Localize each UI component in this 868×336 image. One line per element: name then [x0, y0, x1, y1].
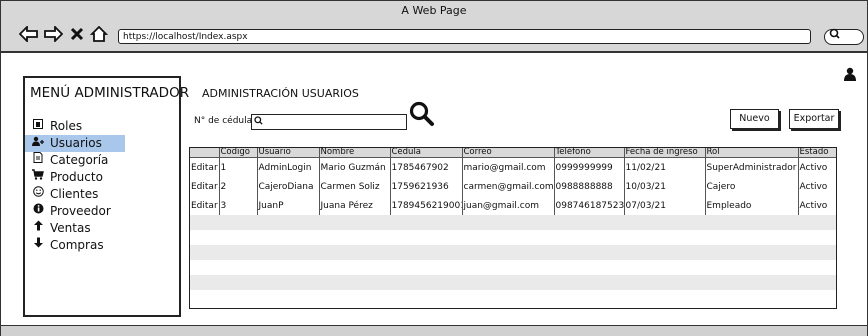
table-cell: 2 [218, 177, 257, 196]
window-title: A Web Page [401, 4, 467, 17]
table-cell: Mario Guzmán [318, 157, 390, 177]
arrow-up-icon [30, 220, 46, 237]
table-cell: carmen@gmail.com [461, 177, 554, 196]
table-cell: 0988888888 [553, 177, 624, 196]
sidebar-item-roles[interactable]: Roles [25, 118, 179, 135]
info-icon [30, 203, 46, 220]
id-card-icon [30, 118, 46, 135]
sidebar-item-producto[interactable]: Producto [25, 169, 179, 186]
table-cell: mario@gmail.com [461, 157, 554, 177]
table-cell: 098746187523 [553, 196, 624, 215]
sidebar-item-label: Producto [50, 170, 103, 184]
table-cell: Carmen Soliz [318, 177, 390, 196]
smiley-icon [30, 186, 46, 203]
users-table: Código Usuario Nombre Cédula Correo Telé… [189, 147, 837, 309]
sidebar-item-label: Usuarios [50, 136, 102, 150]
column-header[interactable]: Teléfono [553, 148, 624, 158]
nuevo-button[interactable]: Nuevo [730, 109, 779, 129]
sidebar-item-label: Ventas [50, 221, 91, 235]
sidebar-item-clientes[interactable]: Clientes [25, 186, 179, 203]
table-cell: Empleado [704, 196, 798, 215]
column-header[interactable]: Nombre [318, 148, 390, 158]
cedula-input[interactable] [251, 114, 407, 130]
column-header[interactable]: Código [218, 148, 257, 158]
cart-icon [30, 169, 46, 186]
column-header[interactable]: Fecha de ingreso [623, 148, 705, 158]
table-cell: 0999999999 [553, 157, 624, 177]
column-header[interactable]: Cédula [389, 148, 462, 158]
table-cell: 1759621936 [389, 177, 462, 196]
page-title: ADMINISTRACIÓN USUARIOS [202, 87, 359, 100]
table-cell: 07/03/21 [623, 196, 705, 215]
sidebar-heading: MENÚ ADMINISTRADOR [30, 85, 190, 101]
home-icon[interactable] [89, 25, 109, 46]
sidebar-item-label: Clientes [50, 187, 99, 201]
table-cell: 1 [218, 157, 257, 177]
table-cell: 1789456219001 [389, 196, 462, 215]
browser-search[interactable] [824, 28, 864, 45]
column-header [190, 148, 219, 158]
table-cell: 11/02/21 [623, 157, 705, 177]
title-bar: A Web Page https://localhost/Index.aspx [1, 1, 867, 53]
empty-row [190, 260, 836, 275]
empty-row [190, 230, 836, 245]
sidebar-items: Roles Usuarios Categoría Producto Client… [25, 118, 179, 254]
edit-link[interactable]: Editar [190, 177, 219, 196]
close-icon[interactable] [70, 26, 84, 46]
cedula-label: N° de cédula: [194, 116, 256, 126]
sidebar-item-label: Categoría [50, 153, 109, 167]
column-header[interactable]: Estado [797, 148, 836, 158]
user-icon[interactable] [844, 67, 856, 85]
table-cell: SuperAdministrador [704, 157, 798, 177]
table-cell: Juana Pérez [318, 196, 390, 215]
table-cell: JuanP [256, 196, 319, 215]
table-cell: juan@gmail.com [461, 196, 554, 215]
horizontal-scrollbar[interactable] [1, 325, 867, 336]
edit-link[interactable]: Editar [190, 158, 219, 178]
users-icon [30, 135, 46, 152]
table-cell: 10/03/21 [623, 177, 705, 196]
table-cell: Cajero [704, 177, 798, 196]
document-icon [30, 152, 46, 169]
sidebar-item-label: Proveedor [50, 204, 111, 218]
table-row: Editar 2 CajeroDiana Carmen Soliz 175962… [190, 177, 836, 196]
edit-link[interactable]: Editar [190, 196, 219, 215]
table-cell: 1785467902 [389, 157, 462, 177]
search-button-icon[interactable] [409, 101, 437, 129]
table-cell: Activo [797, 177, 836, 196]
sidebar-item-label: Roles [50, 119, 83, 133]
empty-row [190, 290, 836, 305]
empty-row [190, 275, 836, 290]
back-arrow-icon[interactable] [18, 24, 39, 46]
empty-row [190, 215, 836, 230]
browser-window: A Web Page https://localhost/Index.aspx … [0, 0, 868, 336]
address-bar[interactable]: https://localhost/Index.aspx [118, 29, 811, 44]
sidebar-item-compras[interactable]: Compras [25, 237, 179, 254]
table-cell: AdminLogin [256, 157, 319, 177]
search-icon [829, 28, 841, 43]
sidebar-item-usuarios[interactable]: Usuarios [25, 135, 125, 152]
arrow-down-icon [30, 237, 46, 254]
column-header[interactable]: Correo [461, 148, 554, 158]
table-row: Editar 1 AdminLogin Mario Guzmán 1785467… [190, 157, 836, 178]
exportar-button[interactable]: Exportar [789, 109, 839, 129]
table-header-row: Código Usuario Nombre Cédula Correo Telé… [190, 148, 836, 158]
table-row: Editar 3 JuanP Juana Pérez 1789456219001… [190, 196, 836, 215]
empty-row [190, 245, 836, 260]
table-cell: 3 [218, 196, 257, 215]
forward-arrow-icon[interactable] [43, 24, 64, 46]
sidebar-item-proveedor[interactable]: Proveedor [25, 203, 179, 220]
sidebar-menu: MENÚ ADMINISTRADOR Roles Usuarios Catego… [23, 76, 189, 317]
column-header[interactable]: Rol [704, 148, 798, 158]
sidebar-item-categoria[interactable]: Categoría [25, 152, 179, 169]
search-icon [254, 116, 263, 125]
table-cell: CajeroDiana [256, 177, 319, 196]
sidebar-item-label: Compras [50, 238, 104, 252]
table-cell: Activo [797, 157, 836, 177]
sidebar-item-ventas[interactable]: Ventas [25, 220, 179, 237]
column-header[interactable]: Usuario [256, 148, 319, 158]
table-cell: Activo [797, 196, 836, 215]
